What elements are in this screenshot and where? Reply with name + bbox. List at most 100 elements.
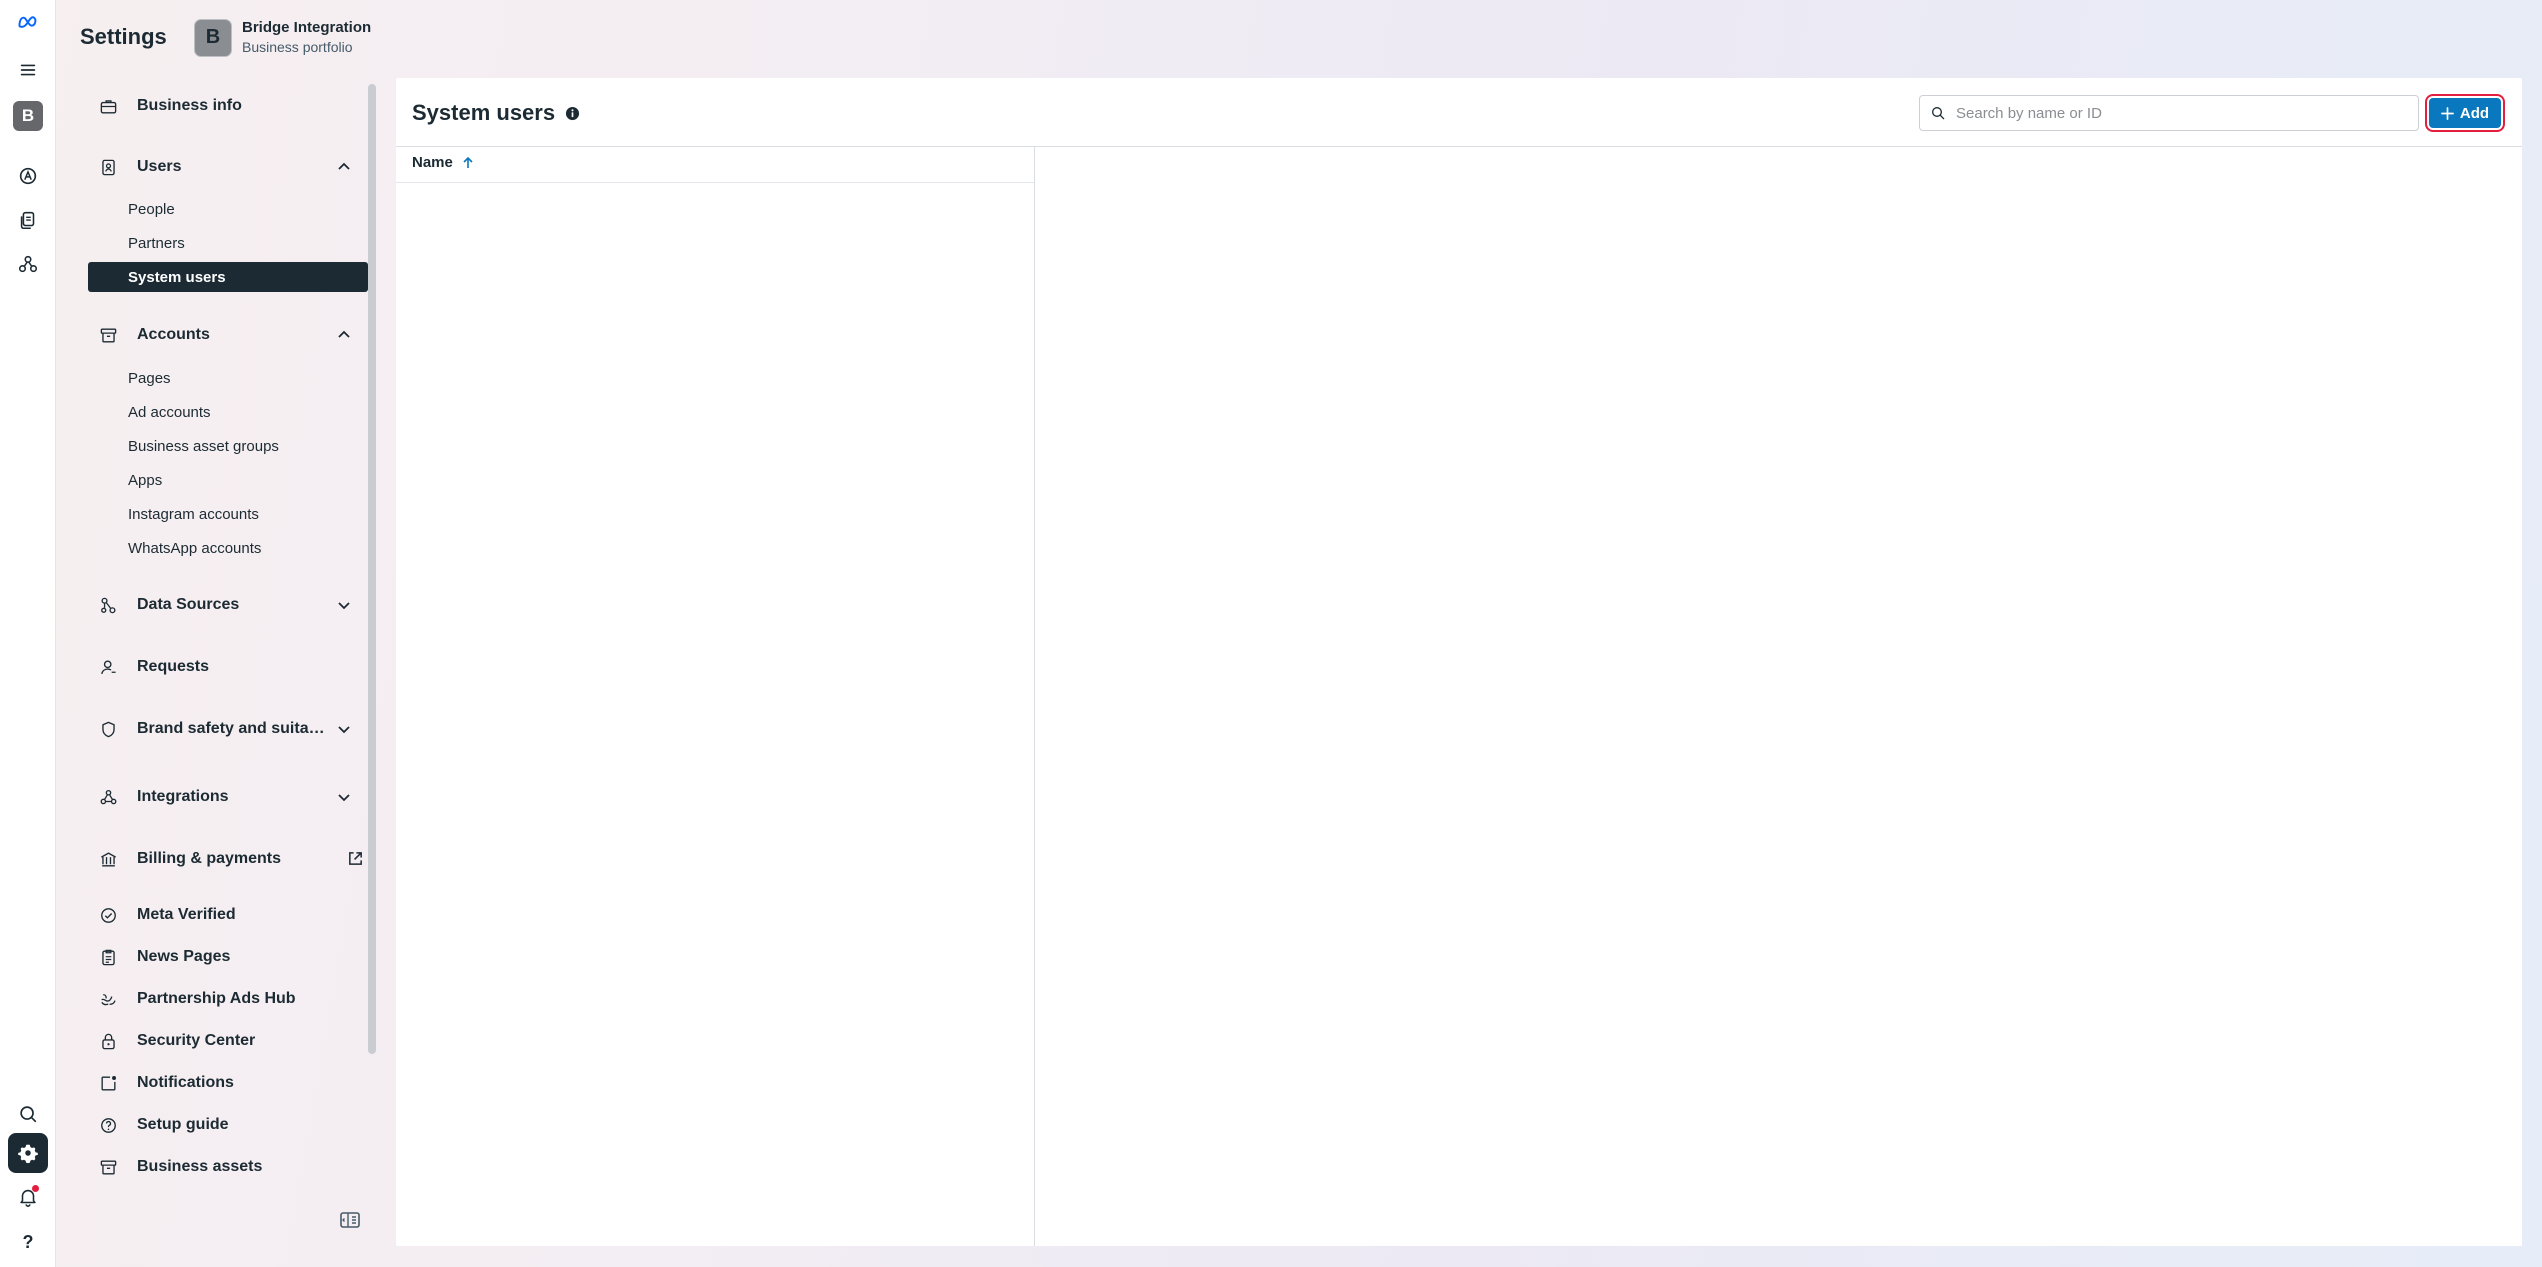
archive-box-icon [98,325,118,345]
nav-accounts[interactable]: Accounts [88,318,368,352]
question-circle-icon [98,1115,118,1135]
nav-security-center-label: Security Center [137,1032,256,1049]
nav-notifications-label: Notifications [137,1074,234,1091]
search-input[interactable] [1956,104,2396,122]
nav-pages[interactable]: Pages [88,363,368,393]
nav-requests[interactable]: Requests [88,650,368,684]
nav-business-assets-label: Business assets [137,1158,263,1175]
briefcase-icon [98,96,118,116]
name-column-label: Name [412,154,453,171]
nav-setup-guide-label: Setup guide [137,1116,229,1133]
nav-billing-payments-label: Billing & payments [137,850,282,867]
nav-apps[interactable]: Apps [88,465,368,495]
chevron-up-icon [338,162,350,170]
panel-title-text: System users [412,100,556,125]
chevron-down-icon [338,726,350,734]
ads-manager-icon[interactable] [8,156,48,196]
users-badge-icon [98,157,118,177]
nav-data-sources-label: Data Sources [137,596,240,613]
nav-users-label: Users [137,158,182,175]
nav-news-pages[interactable]: News Pages [88,940,368,974]
nav-people[interactable]: People [88,194,368,224]
add-button-label: Add [2459,104,2490,122]
panel-title: System users [412,100,580,126]
portfolio-subtitle: Business portfolio [242,39,353,55]
external-link-icon [349,852,362,865]
archive-box-icon [98,1157,118,1177]
account-avatar[interactable]: B [8,96,48,136]
chevron-down-icon [338,794,350,802]
settings-sidebar: Business info Users People Partners Syst… [88,82,368,1232]
system-users-panel: System users Add Name [396,78,2522,1246]
verified-check-icon [98,905,118,925]
notifications-bell-icon[interactable] [8,1177,48,1217]
nav-brand-safety-label: Brand safety and suitabil... [137,720,327,737]
collapse-sidebar-icon[interactable] [338,1208,362,1232]
data-sources-icon [98,595,118,615]
chevron-up-icon [338,330,350,338]
nav-meta-verified-label: Meta Verified [137,906,236,923]
nav-users[interactable]: Users [88,150,368,184]
portfolio-text: Bridge Integration Business portfolio [242,18,371,57]
notification-square-icon [98,1073,118,1093]
portfolio-avatar: B [194,18,232,57]
nav-brand-safety[interactable]: Brand safety and suitabil... [88,712,368,746]
header-divider [396,146,2522,147]
nav-business-info[interactable]: Business info [88,89,368,123]
bank-icon [98,849,118,869]
nav-integrations[interactable]: Integrations [88,780,368,814]
help-icon[interactable]: ? [8,1222,48,1262]
nav-system-users[interactable]: System users [88,262,368,292]
sort-ascending-icon [463,156,473,168]
nav-partners[interactable]: Partners [88,228,368,258]
nav-partnership-ads-hub[interactable]: Partnership Ads Hub [88,982,368,1016]
nav-billing-payments[interactable]: Billing & payments [88,842,368,876]
shield-icon [98,719,118,739]
nav-integrations-label: Integrations [137,788,229,805]
person-request-icon [98,657,118,677]
portfolio-name: Bridge Integration [242,19,372,36]
search-box[interactable] [1919,95,2419,131]
info-icon[interactable] [565,106,580,121]
lock-icon [98,1031,118,1051]
column-header-divider [396,182,1034,183]
left-rail: B ? [0,0,56,1267]
data-sources-icon[interactable] [8,244,48,284]
nav-partnership-ads-hub-label: Partnership Ads Hub [137,990,296,1007]
notification-dot [32,1185,39,1192]
nav-instagram-accounts[interactable]: Instagram accounts [88,499,368,529]
search-icon [1932,107,1945,120]
add-button-inner: Add [2429,98,2501,128]
nav-notifications[interactable]: Notifications [88,1066,368,1100]
nav-accounts-label: Accounts [137,326,210,343]
news-clipboard-icon [98,947,118,967]
nav-data-sources[interactable]: Data Sources [88,588,368,622]
portfolio-switcher[interactable]: B Bridge Integration Business portfolio [194,18,371,57]
account-avatar-initial: B [13,101,43,131]
nav-ad-accounts[interactable]: Ad accounts [88,397,368,427]
nav-business-info-label: Business info [137,97,242,114]
chevron-down-icon [338,602,350,610]
nav-whatsapp-accounts[interactable]: WhatsApp accounts [88,533,368,563]
page-title: Settings [80,24,167,49]
nav-meta-verified[interactable]: Meta Verified [88,898,368,932]
help-glyph: ? [22,1231,34,1252]
meta-logo-icon[interactable] [8,2,48,42]
nav-security-center[interactable]: Security Center [88,1024,368,1058]
nav-setup-guide[interactable]: Setup guide [88,1108,368,1142]
nav-business-asset-groups[interactable]: Business asset groups [88,431,368,461]
plus-icon [2440,106,2454,120]
handshake-icon [98,989,118,1009]
documents-icon[interactable] [8,200,48,240]
add-button[interactable]: Add [2425,94,2505,132]
name-column-header[interactable]: Name [412,154,475,171]
settings-gear-icon[interactable] [8,1133,48,1173]
list-detail-divider [1034,147,1035,1246]
search-icon[interactable] [8,1094,48,1134]
sidebar-scrollbar[interactable] [368,84,376,1054]
nav-requests-label: Requests [137,658,210,675]
nav-news-pages-label: News Pages [137,948,231,965]
menu-icon[interactable] [8,50,48,90]
integrations-icon [98,787,118,807]
nav-business-assets[interactable]: Business assets [88,1150,368,1184]
